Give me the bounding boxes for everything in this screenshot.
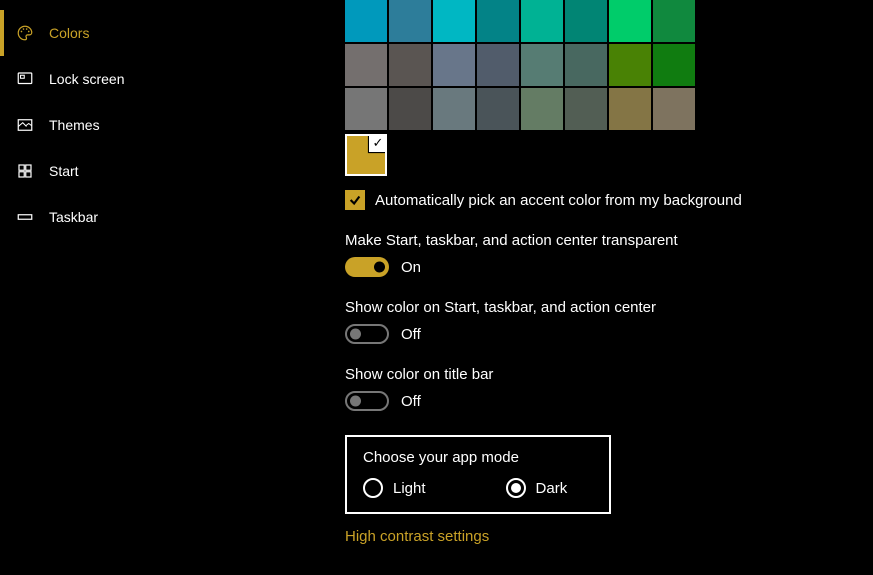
high-contrast-link[interactable]: High contrast settings — [345, 528, 873, 545]
transparent-setting: Make Start, taskbar, and action center t… — [345, 232, 873, 277]
sidebar-item-colors[interactable]: Colors — [0, 10, 265, 56]
sidebar-item-lock-screen[interactable]: Lock screen — [0, 56, 265, 102]
color-palette — [345, 0, 873, 130]
color-swatch[interactable] — [565, 88, 607, 130]
setting-label: Show color on Start, taskbar, and action… — [345, 299, 873, 316]
check-icon: ✓ — [369, 134, 387, 152]
setting-label: Make Start, taskbar, and action center t… — [345, 232, 873, 249]
sidebar-item-label: Colors — [49, 25, 89, 41]
radio-label: Dark — [536, 480, 568, 497]
auto-pick-checkbox[interactable] — [345, 190, 365, 210]
show-color-start-toggle[interactable] — [345, 324, 389, 344]
toggle-state-text: On — [401, 259, 421, 276]
color-swatch[interactable] — [521, 88, 563, 130]
sidebar-item-label: Lock screen — [49, 71, 124, 87]
app-mode-title: Choose your app mode — [363, 449, 593, 466]
color-swatch[interactable] — [521, 44, 563, 86]
show-color-title-setting: Show color on title bar Off — [345, 366, 873, 411]
color-swatch[interactable] — [609, 44, 651, 86]
color-swatch[interactable] — [477, 44, 519, 86]
transparent-toggle[interactable] — [345, 257, 389, 277]
custom-color-swatch[interactable]: ✓ — [345, 134, 387, 176]
app-mode-light[interactable]: Light — [363, 478, 426, 498]
color-swatch[interactable] — [345, 0, 387, 42]
show-color-start-setting: Show color on Start, taskbar, and action… — [345, 299, 873, 344]
color-swatch[interactable] — [609, 88, 651, 130]
taskbar-icon — [15, 207, 35, 227]
color-swatch[interactable] — [477, 88, 519, 130]
setting-label: Show color on title bar — [345, 366, 873, 383]
auto-pick-label: Automatically pick an accent color from … — [375, 192, 742, 209]
radio-icon — [506, 478, 526, 498]
radio-label: Light — [393, 480, 426, 497]
color-swatch[interactable] — [389, 44, 431, 86]
sidebar-item-label: Themes — [49, 117, 100, 133]
sidebar: Colors Lock screen Themes Start Taskbar — [0, 0, 265, 575]
main-content: ✓ Automatically pick an accent color fro… — [265, 0, 873, 575]
palette-icon — [15, 23, 35, 43]
color-swatch[interactable] — [433, 88, 475, 130]
color-swatch[interactable] — [653, 44, 695, 86]
auto-pick-row: Automatically pick an accent color from … — [345, 190, 873, 210]
sidebar-item-taskbar[interactable]: Taskbar — [0, 194, 265, 240]
color-swatch[interactable] — [653, 0, 695, 42]
app-mode-dark[interactable]: Dark — [506, 478, 568, 498]
color-swatch[interactable] — [345, 44, 387, 86]
sidebar-item-label: Taskbar — [49, 209, 98, 225]
sidebar-item-themes[interactable]: Themes — [0, 102, 265, 148]
show-color-title-toggle[interactable] — [345, 391, 389, 411]
color-swatch[interactable] — [389, 88, 431, 130]
color-swatch[interactable] — [521, 0, 563, 42]
toggle-state-text: Off — [401, 393, 421, 410]
radio-icon — [363, 478, 383, 498]
color-swatch[interactable] — [477, 0, 519, 42]
color-swatch[interactable] — [609, 0, 651, 42]
app-mode-box: Choose your app mode Light Dark — [345, 435, 611, 514]
color-swatch[interactable] — [433, 44, 475, 86]
lock-screen-icon — [15, 69, 35, 89]
color-swatch[interactable] — [565, 0, 607, 42]
color-swatch[interactable] — [389, 0, 431, 42]
color-swatch[interactable] — [653, 88, 695, 130]
sidebar-item-label: Start — [49, 163, 79, 179]
color-swatch[interactable] — [433, 0, 475, 42]
toggle-state-text: Off — [401, 326, 421, 343]
sidebar-item-start[interactable]: Start — [0, 148, 265, 194]
themes-icon — [15, 115, 35, 135]
color-swatch[interactable] — [345, 88, 387, 130]
color-swatch[interactable] — [565, 44, 607, 86]
start-icon — [15, 161, 35, 181]
